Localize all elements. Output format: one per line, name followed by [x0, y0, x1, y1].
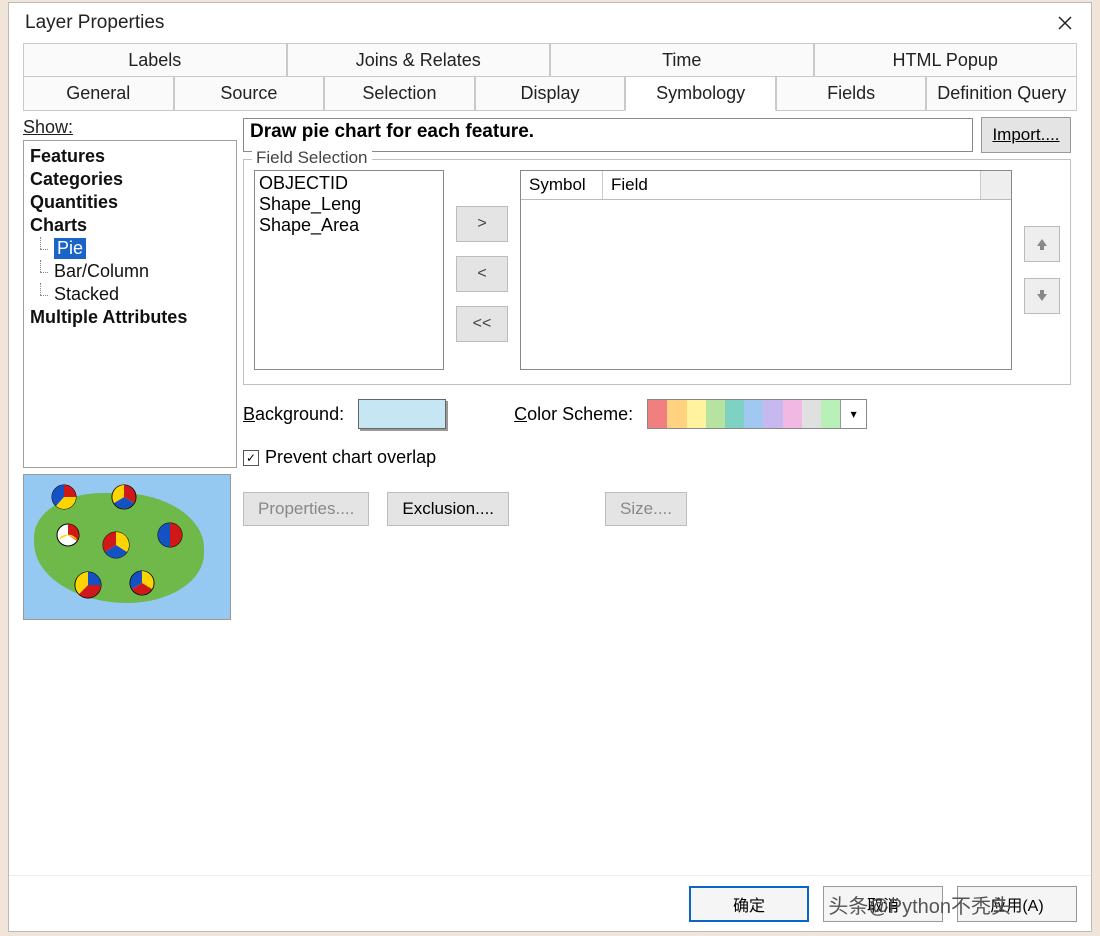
move-down-button[interactable] — [1024, 278, 1060, 314]
tab-general[interactable]: General — [23, 76, 174, 111]
arrow-down-icon — [1035, 289, 1049, 303]
layer-properties-dialog: Layer Properties Labels Joins & Relates … — [8, 2, 1092, 932]
tab-labels[interactable]: Labels — [23, 43, 287, 77]
move-left-button[interactable]: < — [456, 256, 508, 292]
col-field[interactable]: Field — [603, 171, 981, 199]
tree-quantities[interactable]: Quantities — [26, 191, 234, 214]
tab-display[interactable]: Display — [475, 76, 626, 111]
color-scheme-dropdown[interactable]: ▾ — [647, 399, 867, 429]
selected-fields-grid[interactable]: Symbol Field — [520, 170, 1012, 370]
tree-categories[interactable]: Categories — [26, 168, 234, 191]
properties-button[interactable]: Properties.... — [243, 492, 369, 526]
arrow-up-icon — [1035, 237, 1049, 251]
tab-html-popup[interactable]: HTML Popup — [814, 43, 1078, 77]
tree-pie-label: Pie — [54, 238, 86, 259]
cancel-button[interactable]: 取消 — [823, 886, 943, 922]
right-column: Draw pie chart for each feature. Import.… — [243, 117, 1077, 869]
window-title: Layer Properties — [25, 12, 1043, 34]
apply-button[interactable]: 应用(A) — [957, 886, 1077, 922]
tab-definition-query[interactable]: Definition Query — [926, 76, 1077, 111]
tabs-area: Labels Joins & Relates Time HTML Popup G… — [9, 43, 1091, 110]
tab-joins-relates[interactable]: Joins & Relates — [287, 43, 551, 77]
move-buttons: > < << — [456, 206, 508, 342]
preview-pies-icon — [24, 475, 231, 620]
symbology-panel: Show: Features Categories Quantities Cha… — [23, 110, 1077, 869]
col-spacer — [981, 171, 1011, 199]
background-color-button[interactable] — [358, 399, 446, 429]
dialog-buttons: 确定 取消 应用(A) — [9, 875, 1091, 931]
left-column: Show: Features Categories Quantities Cha… — [23, 117, 237, 869]
move-up-button[interactable] — [1024, 226, 1060, 262]
move-right-button[interactable]: > — [456, 206, 508, 242]
tab-selection[interactable]: Selection — [324, 76, 475, 111]
prevent-overlap-checkbox[interactable]: ✓ — [243, 450, 259, 466]
tree-charts[interactable]: Charts — [26, 214, 234, 237]
list-item[interactable]: OBJECTID — [259, 173, 439, 194]
symbology-description: Draw pie chart for each feature. — [243, 118, 973, 152]
tab-symbology[interactable]: Symbology — [625, 76, 776, 111]
exclusion-button[interactable]: Exclusion.... — [387, 492, 509, 526]
titlebar: Layer Properties — [9, 3, 1091, 43]
tab-fields[interactable]: Fields — [776, 76, 927, 111]
list-item[interactable]: Shape_Area — [259, 215, 439, 236]
tree-multiple-attributes[interactable]: Multiple Attributes — [26, 306, 234, 329]
ok-button[interactable]: 确定 — [689, 886, 809, 922]
tree-stacked[interactable]: Stacked — [26, 283, 234, 306]
close-icon — [1058, 16, 1072, 30]
tab-source[interactable]: Source — [174, 76, 325, 111]
list-item[interactable]: Shape_Leng — [259, 194, 439, 215]
tree-barcolumn[interactable]: Bar/Column — [26, 260, 234, 283]
show-label: Show: — [23, 117, 237, 138]
tab-row-bottom: General Source Selection Display Symbolo… — [23, 76, 1077, 110]
prevent-overlap-row[interactable]: ✓ Prevent chart overlap — [243, 447, 1071, 468]
background-label: Background: — [243, 404, 344, 425]
symbology-preview — [23, 474, 231, 620]
tab-row-top: Labels Joins & Relates Time HTML Popup — [23, 43, 1077, 76]
tree-features[interactable]: Features — [26, 145, 234, 168]
size-button[interactable]: Size.... — [605, 492, 687, 526]
tree-pie[interactable]: Pie — [26, 237, 234, 260]
move-all-left-button[interactable]: << — [456, 306, 508, 342]
field-selection-group: Field Selection OBJECTID Shape_Leng Shap… — [243, 159, 1071, 385]
available-fields-list[interactable]: OBJECTID Shape_Leng Shape_Area — [254, 170, 444, 370]
show-tree[interactable]: Features Categories Quantities Charts Pi… — [23, 140, 237, 468]
tab-time[interactable]: Time — [550, 43, 814, 77]
field-selection-legend: Field Selection — [252, 148, 372, 168]
grid-header: Symbol Field — [521, 171, 1011, 200]
chevron-down-icon: ▾ — [840, 400, 866, 428]
col-symbol[interactable]: Symbol — [521, 171, 603, 199]
color-scheme-label: Color Scheme: — [514, 404, 633, 425]
import-button[interactable]: Import.... — [981, 117, 1071, 153]
reorder-buttons — [1024, 226, 1060, 314]
prevent-overlap-label: Prevent chart overlap — [265, 447, 436, 468]
close-button[interactable] — [1043, 5, 1087, 41]
